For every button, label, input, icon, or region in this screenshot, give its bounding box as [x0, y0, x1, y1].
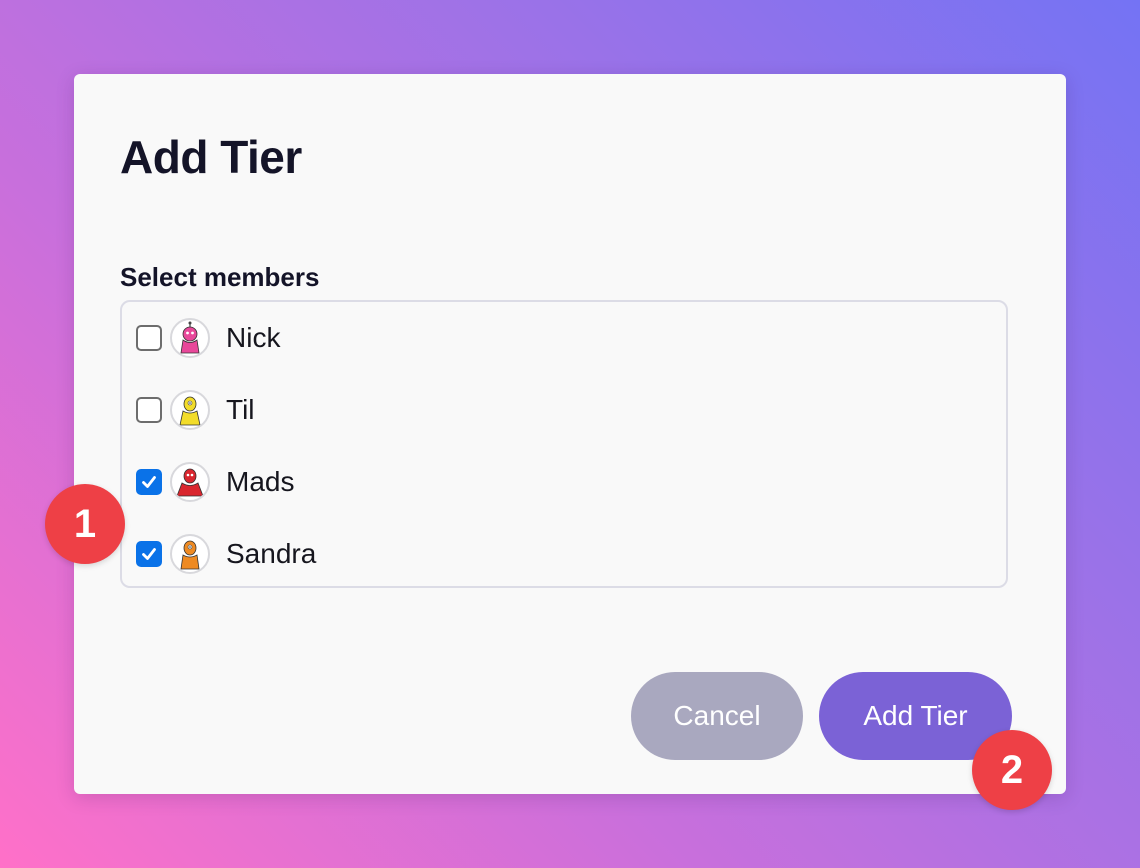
red-monster-avatar-icon	[170, 462, 210, 502]
member-row-til[interactable]: Til	[136, 388, 255, 432]
cancel-button[interactable]: Cancel	[631, 672, 803, 760]
checkmark-icon	[142, 476, 156, 488]
pink-monster-avatar-icon	[170, 318, 210, 358]
checkbox-mads[interactable]	[136, 469, 162, 495]
yellow-monster-avatar-icon	[170, 390, 210, 430]
checkmark-icon	[142, 548, 156, 560]
checkbox-sandra[interactable]	[136, 541, 162, 567]
annotation-marker-1: 1	[45, 484, 125, 564]
checkbox-nick[interactable]	[136, 325, 162, 351]
add-tier-dialog: Add Tier Select members Nick Til Mads Sa…	[74, 74, 1066, 794]
select-members-label: Select members	[120, 262, 320, 292]
member-name: Nick	[226, 322, 281, 353]
checkbox-til[interactable]	[136, 397, 162, 423]
dialog-title: Add Tier	[120, 131, 302, 183]
member-row-nick[interactable]: Nick	[136, 316, 280, 360]
member-row-mads[interactable]: Mads	[136, 460, 294, 504]
member-name: Sandra	[226, 538, 317, 569]
member-name: Mads	[226, 466, 295, 497]
orange-monster-avatar-icon	[170, 534, 210, 574]
annotation-marker-2: 2	[972, 730, 1052, 810]
member-list: Nick Til Mads Sandra	[120, 300, 1008, 588]
member-name: Til	[226, 394, 255, 425]
member-row-sandra[interactable]: Sandra	[136, 532, 316, 576]
